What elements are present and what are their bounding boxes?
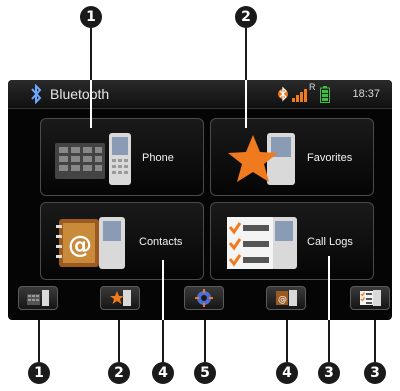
leader-line — [162, 320, 164, 362]
leader-line — [328, 320, 330, 362]
bottom-call-logs-button[interactable] — [350, 286, 390, 310]
callout-top-2: 2 — [235, 6, 257, 28]
address-book-icon: @ — [276, 290, 297, 306]
clock: 18:37 — [352, 88, 380, 100]
roaming-indicator: R — [309, 82, 316, 92]
leader-line — [328, 256, 330, 320]
favorites-label: Favorites — [307, 152, 353, 164]
address-book-icon: @ — [56, 217, 125, 269]
bottom-favorites-button[interactable] — [100, 286, 140, 310]
leader-line — [90, 28, 92, 80]
contacts-tile[interactable]: @ Contacts — [40, 202, 204, 280]
app-title: Bluetooth — [50, 86, 110, 102]
call-logs-label: Call Logs — [307, 236, 353, 248]
bluetooth-status-icon — [278, 86, 288, 102]
bottom-phone-button[interactable] — [18, 286, 58, 310]
leader-line — [204, 320, 206, 362]
callout-bottom-3b: 3 — [364, 362, 386, 384]
leader-line — [374, 320, 376, 362]
callout-bottom-4b: 4 — [276, 362, 298, 384]
svg-text:@: @ — [278, 295, 287, 305]
status-bar: Bluetooth R 18:37 — [8, 80, 392, 109]
bluetooth-icon — [31, 84, 42, 104]
leader-line — [286, 320, 288, 362]
callout-bottom-2: 2 — [108, 362, 130, 384]
phone-keypad-icon — [55, 133, 131, 185]
phone-tile[interactable]: Phone — [40, 118, 204, 196]
phone-label: Phone — [142, 152, 174, 164]
leader-line — [245, 80, 247, 128]
callout-bottom-5: 5 — [194, 362, 216, 384]
battery-icon — [320, 86, 330, 103]
leader-line — [118, 320, 120, 362]
call-log-icon — [360, 290, 381, 306]
callout-top-1: 1 — [80, 6, 102, 28]
star-icon — [228, 133, 295, 185]
call-log-icon — [227, 217, 297, 269]
settings-gear-icon — [195, 289, 213, 307]
leader-line — [162, 260, 164, 320]
callout-bottom-1: 1 — [28, 362, 50, 384]
device-screen: Bluetooth R 18:37 Phone Favorites @ Cont… — [8, 80, 392, 320]
bottom-settings-button[interactable] — [184, 286, 224, 310]
contacts-label: Contacts — [139, 236, 183, 248]
bottom-contacts-button[interactable]: @ — [266, 286, 306, 310]
star-icon — [110, 290, 131, 306]
call-logs-tile[interactable]: Call Logs — [210, 202, 374, 280]
leader-line — [245, 28, 247, 80]
leader-line — [38, 320, 40, 362]
svg-text:@: @ — [68, 231, 92, 259]
callout-bottom-3a: 3 — [318, 362, 340, 384]
phone-keypad-icon — [27, 290, 49, 306]
callout-bottom-4a: 4 — [152, 362, 174, 384]
favorites-tile[interactable]: Favorites — [210, 118, 374, 196]
leader-line — [90, 80, 92, 128]
